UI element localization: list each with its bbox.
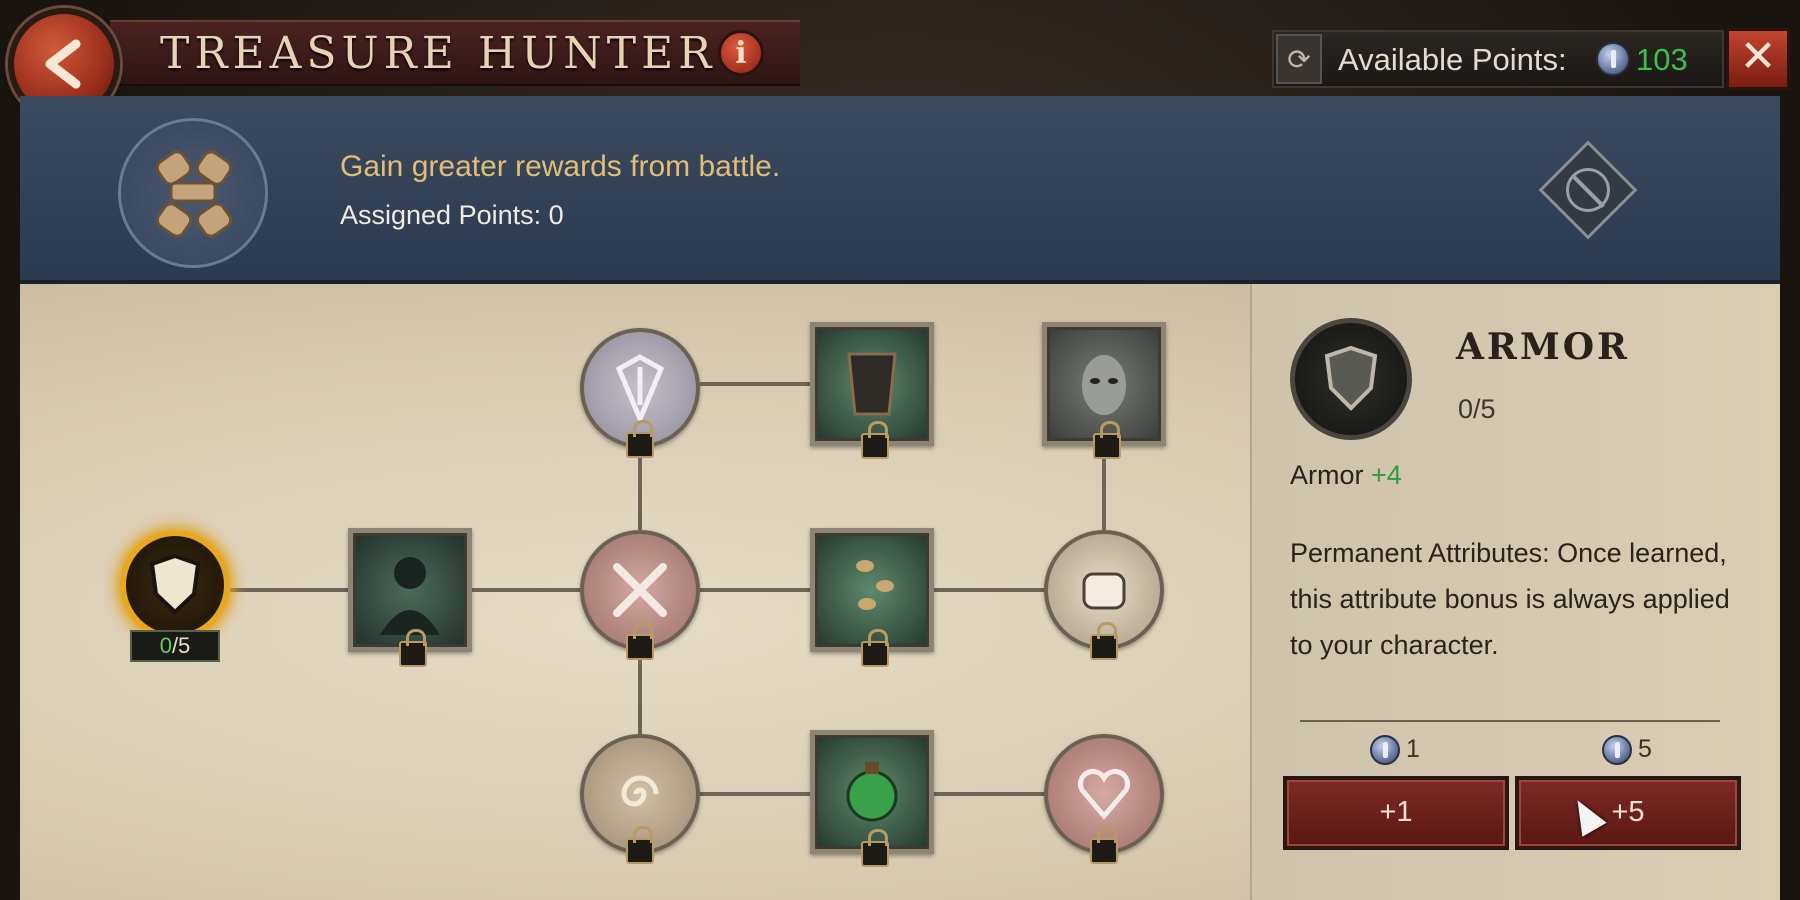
available-points-label: Available Points: <box>1338 42 1567 77</box>
lock-icon <box>861 421 889 459</box>
potion-icon <box>846 762 898 822</box>
skill-node-locked[interactable] <box>580 734 700 864</box>
lock-icon <box>861 829 889 867</box>
skill-node-locked[interactable] <box>810 730 934 867</box>
silhouette-icon <box>380 557 440 635</box>
crossed-swords-icon <box>613 563 667 617</box>
connector <box>700 382 810 386</box>
connector <box>930 588 1045 592</box>
tree-description: Gain greater rewards from battle. <box>340 150 781 183</box>
shield-icon <box>149 553 201 615</box>
skill-point-gem-icon <box>1602 735 1632 766</box>
connector <box>700 588 810 592</box>
lock-icon <box>399 629 427 667</box>
spear-emblem-icon <box>615 354 665 423</box>
skill-node-armor[interactable] <box>120 530 230 640</box>
assigned-points-label: Assigned Points: 0 <box>340 200 564 230</box>
skill-node-locked[interactable] <box>1042 322 1166 459</box>
info-button[interactable]: i <box>718 30 764 76</box>
lock-icon <box>1093 421 1121 459</box>
prohibited-icon <box>1566 168 1610 212</box>
selected-skill-description: Permanent Attributes: Once learned, this… <box>1290 538 1730 660</box>
lock-icon <box>861 629 889 667</box>
selected-skill-attribute: Armor +4 <box>1290 460 1402 490</box>
skill-node-locked[interactable] <box>1044 530 1164 660</box>
skill-node-locked[interactable] <box>348 528 472 667</box>
skill-node-armor-level: 0/5 <box>130 630 220 662</box>
add-1-cost: 1 <box>1370 735 1420 766</box>
lock-icon <box>1090 622 1118 660</box>
coins-icon <box>856 560 894 610</box>
add-5-cost: 5 <box>1602 735 1652 766</box>
available-points-value: 103 <box>1636 42 1688 77</box>
lock-icon <box>1090 826 1118 864</box>
shackled-fists-icon <box>155 150 233 238</box>
spiral-icon <box>621 775 659 807</box>
refresh-icon: ⟳ <box>1287 43 1311 75</box>
selected-skill-level: 0/5 <box>1458 394 1496 424</box>
connector <box>470 588 580 592</box>
lock-icon <box>626 420 654 458</box>
page-title: TREASURE HUNTER <box>160 28 717 79</box>
connector <box>230 588 350 592</box>
skill-node-locked[interactable] <box>580 328 700 458</box>
heart-icon <box>1077 768 1131 820</box>
connector <box>930 792 1045 796</box>
reset-points-button[interactable]: ⟳ <box>1276 34 1322 84</box>
skill-node-locked[interactable] <box>580 530 700 660</box>
connector <box>638 650 642 735</box>
treasure-hunter-emblem <box>118 118 268 268</box>
selected-skill-name: ARMOR <box>1456 326 1630 368</box>
close-button[interactable]: ✕ <box>1726 28 1790 90</box>
skill-point-gem-icon <box>1596 42 1630 76</box>
lock-icon <box>626 622 654 660</box>
armor-piece-icon <box>847 352 897 416</box>
selected-skill-icon <box>1290 318 1412 440</box>
connector <box>700 792 810 796</box>
divider <box>1300 720 1720 722</box>
fist-icon <box>1082 572 1126 610</box>
portrait-icon <box>1082 355 1126 415</box>
add-1-point-button[interactable]: +1 <box>1283 776 1509 850</box>
skill-node-locked[interactable] <box>810 528 934 667</box>
lock-icon <box>626 826 654 864</box>
add-5-points-button[interactable]: +5 <box>1515 776 1741 850</box>
skill-point-gem-icon <box>1370 735 1400 766</box>
skill-node-locked[interactable] <box>1044 734 1164 864</box>
skill-node-locked[interactable] <box>810 322 934 459</box>
tree-header-band <box>20 96 1780 284</box>
shield-icon <box>1324 345 1378 411</box>
back-arrow-icon <box>45 39 81 89</box>
